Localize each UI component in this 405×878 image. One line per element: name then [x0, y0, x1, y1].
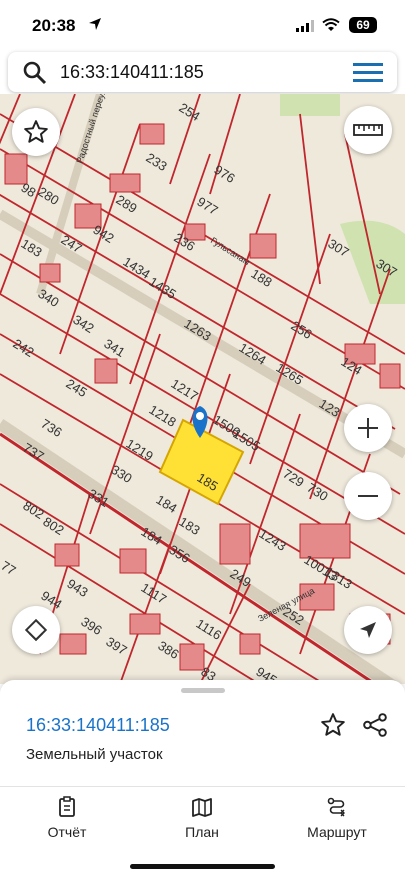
favorite-button[interactable] — [12, 108, 60, 156]
search-bar[interactable]: 16:33:140411:185 — [8, 52, 397, 92]
property-type: Земельный участок — [26, 746, 163, 763]
favorite-star-icon[interactable] — [320, 712, 346, 743]
search-input[interactable]: 16:33:140411:185 — [60, 62, 204, 83]
sheet-drag-handle[interactable] — [181, 688, 225, 693]
parcel-label[interactable]: 1117 — [138, 580, 169, 607]
parcel-label[interactable]: 1434 — [120, 254, 152, 282]
map-canvas: Радостный переулок Гульсанам Зеленая ули… — [0, 94, 405, 684]
navigation-arrow-icon — [360, 622, 376, 638]
search-icon[interactable] — [22, 60, 48, 91]
plus-icon — [358, 418, 378, 438]
parcel-label[interactable]: 943 — [64, 576, 90, 600]
layers-icon — [24, 618, 48, 642]
menu-icon[interactable] — [353, 62, 383, 87]
tab-route[interactable]: Маршрут — [282, 796, 392, 840]
street-label-2: Гульсанам — [209, 235, 252, 267]
parcel-label[interactable]: 233 — [143, 150, 169, 174]
home-indicator — [130, 864, 275, 869]
parcel-label[interactable]: 254 — [176, 100, 202, 124]
parcel-label[interactable]: 730 — [304, 480, 330, 504]
parcel-label[interactable]: 729 — [280, 466, 306, 490]
tab-report-label: Отчёт — [47, 824, 87, 840]
parcel-label[interactable]: 1218 — [146, 402, 178, 430]
cadastral-number[interactable]: 16:33:140411:185 — [26, 715, 170, 736]
star-icon — [24, 120, 48, 143]
parcel-label[interactable]: 976 — [211, 162, 237, 186]
cadastral-map[interactable]: Радостный переулок Гульсанам Зеленая ули… — [0, 94, 405, 684]
ruler-button[interactable] — [344, 106, 392, 154]
parcel-label[interactable]: 342 — [70, 312, 96, 336]
divider — [0, 786, 405, 787]
parcel-label[interactable]: 1219 — [123, 436, 155, 464]
parcel-label[interactable]: 242 — [10, 336, 36, 360]
location-arrow-icon — [88, 17, 102, 36]
tab-route-label: Маршрут — [307, 824, 367, 840]
parcel-label[interactable]: 802 — [40, 514, 66, 538]
tab-report[interactable]: Отчёт — [12, 796, 122, 840]
my-location-button[interactable] — [344, 606, 392, 654]
parcel-info-sheet[interactable]: 16:33:140411:185 Земельный участок Отчёт… — [0, 680, 405, 878]
tab-plan-label: План — [185, 824, 219, 840]
tab-plan[interactable]: План — [147, 796, 257, 840]
map-icon — [192, 798, 212, 817]
status-time: 20:38 — [32, 16, 76, 35]
parcel-label[interactable]: 330 — [108, 462, 134, 486]
route-icon — [327, 797, 345, 817]
street-label-1: Радостный переулок — [74, 94, 110, 165]
minus-icon — [358, 495, 378, 497]
signal-icon — [296, 19, 316, 37]
parcel-label[interactable]: 77 — [0, 558, 19, 578]
parcel-label[interactable]: 184 — [153, 492, 179, 516]
zoom-out-button[interactable] — [344, 472, 392, 520]
zoom-in-button[interactable] — [344, 404, 392, 452]
parcel-label[interactable]: 977 — [194, 194, 220, 218]
parcel-label[interactable]: 1217 — [168, 376, 200, 404]
parcel-label[interactable]: 736 — [38, 416, 64, 440]
parcel-label[interactable]: 386 — [155, 638, 181, 662]
report-icon — [59, 796, 75, 817]
parcel-label[interactable]: 397 — [103, 634, 129, 658]
wifi-icon — [322, 18, 340, 37]
layers-button[interactable] — [12, 606, 60, 654]
share-icon[interactable] — [362, 712, 388, 743]
battery-indicator: 69 — [349, 17, 377, 33]
parcel-label[interactable]: 188 — [248, 266, 274, 290]
parcel-label[interactable]: 1243 — [256, 526, 288, 554]
parcel-label[interactable]: 245 — [63, 376, 89, 400]
status-bar: 20:38 69 — [0, 0, 405, 52]
parcel-label[interactable]: 802 — [20, 498, 46, 522]
ruler-icon — [353, 124, 383, 136]
